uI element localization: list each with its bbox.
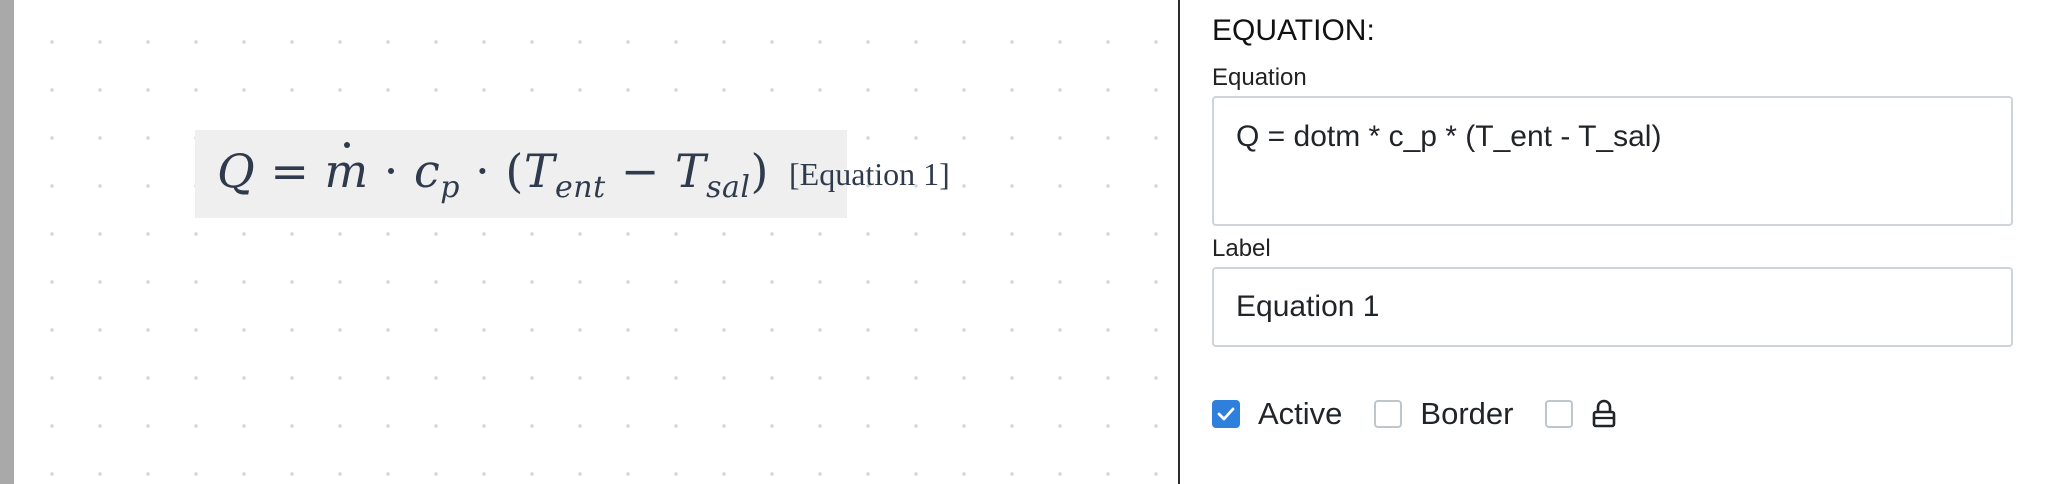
equation-field-label: Equation: [1212, 64, 1307, 91]
lock-checkbox[interactable]: [1545, 400, 1574, 428]
eq-lhs: Q: [217, 143, 256, 198]
checkmark-icon: [1217, 407, 1235, 421]
lock-icon[interactable]: [1591, 398, 1617, 430]
eq-paren-open: (: [505, 143, 524, 198]
left-edge-strip: [0, 0, 14, 484]
label-input[interactable]: Equation 1: [1212, 267, 2013, 347]
equation-tag: [Equation 1]: [788, 155, 950, 192]
equation-render: Q = m · cp · (Tent − Tsal): [217, 141, 769, 205]
border-label[interactable]: Border: [1420, 396, 1513, 432]
eq-c: c: [414, 143, 441, 198]
equation-textarea[interactable]: Q = dotm * c_p * (T_ent - T_sal): [1212, 96, 2013, 226]
active-checkbox[interactable]: [1212, 400, 1240, 428]
active-label[interactable]: Active: [1258, 396, 1342, 432]
border-checkbox[interactable]: [1374, 400, 1403, 428]
editor-canvas[interactable]: [14, 0, 1178, 484]
eq-t-ent: T: [523, 143, 556, 198]
options-row: Active Border: [1212, 394, 1617, 434]
label-field-label: Label: [1212, 235, 1271, 262]
eq-minus: −: [620, 143, 660, 198]
eq-t-sal-sub: sal: [706, 169, 751, 205]
label-input-value: Equation 1: [1236, 290, 1380, 323]
eq-equals: =: [270, 143, 310, 198]
equation-block[interactable]: Q = m · cp · (Tent − Tsal) [Equation 1]: [195, 130, 950, 218]
eq-t-ent-sub: ent: [555, 169, 606, 205]
eq-t-sal: T: [674, 143, 707, 198]
properties-panel: EQUATION: Equation Q = dotm * c_p * (T_e…: [1180, 0, 2048, 484]
eq-paren-close: ): [750, 143, 769, 198]
panel-title: EQUATION:: [1212, 14, 1375, 47]
eq-mass-flow: m: [324, 141, 369, 198]
eq-c-sub: p: [440, 169, 460, 205]
eq-dot-2: ·: [475, 143, 491, 198]
eq-dot-1: ·: [383, 143, 399, 198]
